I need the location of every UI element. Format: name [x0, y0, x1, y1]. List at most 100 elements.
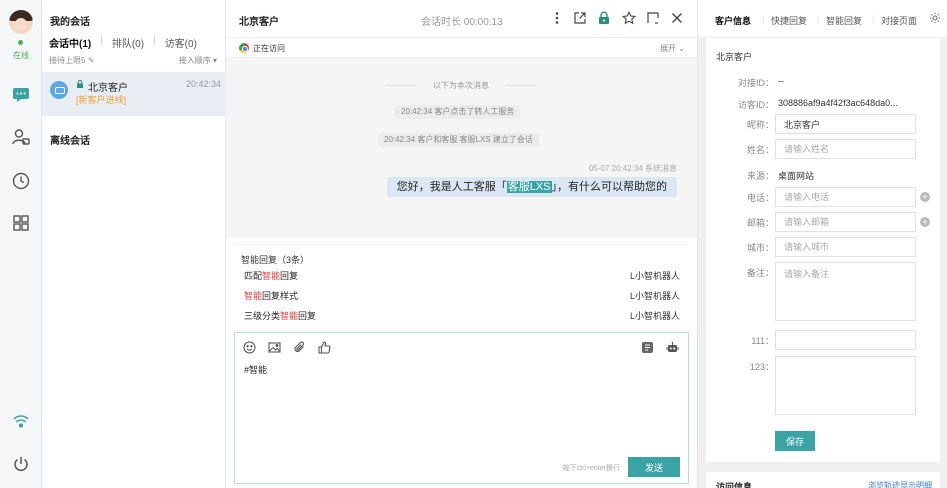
- visit-track-link[interactable]: 浏览轨迹显示明细: [868, 480, 932, 488]
- reception-limit[interactable]: 接待上限5 ✎: [49, 55, 94, 66]
- new-customer-badge: [新客户进线]: [76, 95, 127, 105]
- editor-content[interactable]: #智能: [244, 363, 267, 376]
- lock-icon: [76, 80, 84, 88]
- phone-input[interactable]: [775, 187, 916, 207]
- visit-info-card: 访问信息 浏览轨迹显示明细: [706, 472, 940, 488]
- add-email-icon[interactable]: +: [920, 217, 930, 227]
- nickname-input[interactable]: [775, 114, 916, 134]
- caret-down-icon: ▾: [212, 56, 217, 65]
- remark-textarea[interactable]: [775, 262, 916, 321]
- transfer-export-icon[interactable]: [573, 11, 587, 25]
- tab-smart-reply[interactable]: 智能回复: [826, 14, 862, 27]
- more-vertical-icon[interactable]: [550, 11, 564, 25]
- field-111: 111：: [706, 330, 940, 350]
- field-city: 城市：: [706, 237, 940, 257]
- message-list[interactable]: 以下为本次消息 20:42:34 客户点击了转人工服务 20:42:34 客户和…: [226, 58, 697, 238]
- gear-icon[interactable]: [929, 12, 941, 24]
- session-time: 20:42:34: [185, 79, 221, 89]
- online-status-label: 在线: [13, 51, 29, 60]
- fullscreen-icon[interactable]: [646, 11, 660, 25]
- tab-visitors[interactable]: 访客(0): [165, 35, 206, 50]
- apps-grid-icon[interactable]: [12, 214, 30, 232]
- chat-panel: 北京客户 会话时长 00:00:13 正在访问 展开 ⌄ 以下为本次消息 20:…: [226, 0, 697, 488]
- custom-field-111-input[interactable]: [775, 330, 916, 350]
- field-fullname: 姓名：: [706, 139, 940, 159]
- field-nickname: 昵称：: [706, 114, 940, 134]
- tab-quick-reply[interactable]: 快捷回复: [771, 14, 807, 27]
- visit-info-title: 访问信息: [716, 482, 753, 488]
- tab-customer-info[interactable]: 客户信息: [715, 14, 751, 27]
- web-channel-icon: [50, 81, 68, 99]
- save-button[interactable]: 保存: [775, 431, 815, 451]
- robot-icon[interactable]: [666, 341, 679, 354]
- expand-toggle[interactable]: 展开 ⌄: [660, 43, 685, 54]
- smart-reply-source: L小智机器人: [629, 271, 680, 281]
- message-editor[interactable]: #智能 按下ctrl+enter换行 发送: [234, 332, 689, 484]
- chevron-down-icon: ⌄: [678, 44, 685, 53]
- session-tabs: 会话中(1) | 排队(0) | 访客(0): [49, 35, 206, 50]
- customer-info-card: 北京客户 对接ID： -- 访客ID： 308886af9a4f42f3ac64…: [706, 38, 940, 462]
- chat-bubble-icon[interactable]: [12, 86, 30, 104]
- agent-nickname-highlight: 客服LXS: [506, 181, 552, 193]
- agent-message-bubble: 您好，我是人工客服「客服LXS」，有什么可以帮助您的: [386, 177, 677, 197]
- field-phone: 电话： +: [706, 187, 940, 207]
- smart-reply-suggestions: 智能回复（3条） 匹配智能回复 L小智机器人 智能回复样式 L小智机器人 三级分…: [234, 244, 688, 330]
- online-status-dot: [18, 40, 23, 45]
- session-list-title: 我的会话: [50, 17, 90, 28]
- tab-in-session[interactable]: 会话中(1): [49, 35, 100, 50]
- user-contacts-icon[interactable]: [12, 128, 30, 146]
- chat-title: 北京客户: [239, 17, 279, 28]
- thumbs-up-icon[interactable]: [318, 341, 331, 354]
- close-icon[interactable]: [670, 11, 684, 25]
- session-list-panel: 我的会话 会话中(1) | 排队(0) | 访客(0) 接待上限5 ✎ 接入顺序…: [42, 0, 226, 488]
- field-visitor-id: 访客ID： 308886af9a4f42f3ac648da0...: [737, 98, 898, 110]
- customer-name-heading: 北京客户: [716, 52, 753, 62]
- field-remark: 备注：: [706, 262, 940, 321]
- lock-icon[interactable]: [597, 11, 611, 25]
- smart-reply-item[interactable]: 三级分类智能回复 L小智机器人: [234, 305, 688, 325]
- tab-dock-page[interactable]: 对接页面: [881, 14, 917, 27]
- customer-info-panel: 客户信息 | 快捷回复 | 智能回复 | 对接页面 北京客户 对接ID： -- …: [697, 0, 947, 488]
- session-item[interactable]: 北京客户 [新客户进线] 20:42:34: [42, 72, 226, 116]
- attachment-icon[interactable]: [293, 341, 306, 354]
- edit-pencil-icon[interactable]: ✎: [88, 56, 95, 65]
- tab-queue[interactable]: 排队(0): [112, 35, 153, 50]
- newline-hint: 按下ctrl+enter换行: [562, 465, 620, 472]
- system-message: 20:42:34 客户和客服 客服LXS 建立了会话: [378, 133, 539, 147]
- field-source: 来源： 桌面网站: [746, 171, 815, 181]
- smart-reply-item[interactable]: 智能回复样式 L小智机器人: [234, 285, 688, 305]
- session-duration: 会话时长 00:00:13: [421, 17, 503, 28]
- emoji-icon[interactable]: [243, 341, 256, 354]
- city-input[interactable]: [775, 237, 916, 257]
- chat-header: 北京客户 会话时长 00:00:13: [226, 0, 697, 38]
- smart-reply-source: L小智机器人: [629, 291, 680, 301]
- field-123: 123：: [706, 356, 940, 415]
- send-button[interactable]: 发送: [628, 457, 680, 477]
- quick-phrase-icon[interactable]: [641, 341, 654, 354]
- session-divider: 以下为本次消息: [386, 80, 536, 91]
- chrome-browser-icon: [239, 43, 249, 53]
- smart-reply-source: L小智机器人: [629, 311, 680, 321]
- wifi-icon[interactable]: [12, 412, 30, 430]
- message-meta: 05-07 20:42:34 系统消息: [588, 164, 677, 173]
- add-phone-icon[interactable]: +: [920, 192, 930, 202]
- system-message: 20:42:34 客户点击了转人工服务: [395, 105, 521, 119]
- fullname-input[interactable]: [775, 139, 916, 159]
- power-icon[interactable]: [12, 455, 30, 473]
- offline-sessions-title[interactable]: 离线会话: [50, 132, 90, 147]
- field-dock-id: 对接ID： --: [737, 76, 784, 88]
- sort-dropdown[interactable]: 接入顺序 ▾: [179, 55, 217, 66]
- visiting-status: 正在访问: [253, 44, 285, 53]
- nav-rail: 在线: [0, 0, 42, 488]
- session-customer-name: 北京客户: [88, 83, 128, 94]
- smart-reply-item[interactable]: 匹配智能回复 L小智机器人: [234, 265, 688, 285]
- field-email: 邮箱： +: [706, 212, 940, 232]
- custom-field-123-textarea[interactable]: [775, 356, 916, 415]
- agent-avatar[interactable]: [9, 10, 33, 34]
- right-panel-tabs: 客户信息 | 快捷回复 | 智能回复 | 对接页面: [698, 0, 947, 38]
- image-icon[interactable]: [268, 341, 281, 354]
- email-input[interactable]: [775, 212, 916, 232]
- star-icon[interactable]: [621, 10, 637, 25]
- history-clock-icon[interactable]: [12, 172, 30, 190]
- visiting-bar: 正在访问 展开 ⌄: [226, 38, 697, 58]
